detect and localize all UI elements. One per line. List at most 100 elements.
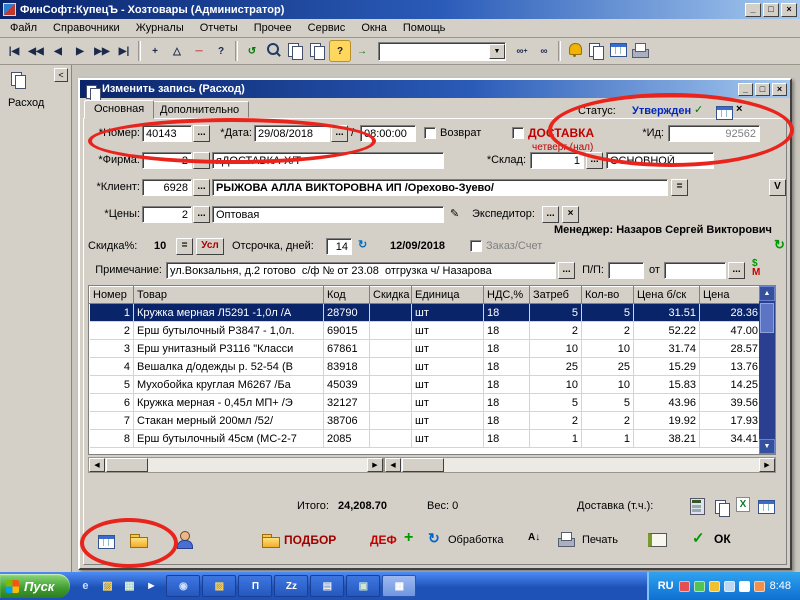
report-icon[interactable] — [712, 497, 731, 515]
update-tray-icon[interactable] — [709, 581, 720, 592]
delay-refresh-icon[interactable]: ↻ — [358, 238, 367, 251]
add-item-icon[interactable]: + — [404, 529, 413, 547]
table-row[interactable]: 4Вешалка д/одежды р. 52-54 (В83918шт1825… — [90, 358, 762, 376]
ok-button[interactable]: ОК — [714, 532, 731, 546]
scroll-right-button[interactable] — [367, 458, 383, 472]
task-app-p[interactable]: П — [238, 575, 272, 597]
firm-picker-button[interactable]: ... — [193, 152, 210, 169]
time-input[interactable] — [360, 125, 416, 142]
date-input[interactable] — [254, 125, 330, 142]
def-button[interactable]: ДЕФ — [370, 533, 397, 547]
vertical-scroll-thumb[interactable] — [760, 303, 774, 333]
print-icon[interactable] — [556, 529, 578, 547]
sidebar-item-rashod[interactable]: Расход — [8, 97, 44, 109]
nav-fast-prev-icon[interactable]: ◀◀ — [25, 40, 47, 62]
warehouse-picker-button[interactable]: ... — [586, 152, 603, 169]
find-icon[interactable]: ∞ — [533, 40, 555, 62]
scroll-left-button[interactable] — [89, 458, 105, 472]
client-history-button[interactable]: V — [769, 179, 786, 196]
table-row[interactable]: 8Ерш бутылочный 45см (МС-2-72085шт181138… — [90, 430, 762, 448]
process-button[interactable]: Обработка — [448, 534, 503, 546]
delivery-checkbox[interactable] — [512, 127, 524, 139]
tab-extra[interactable]: Дополнительно — [150, 101, 249, 118]
goto-icon[interactable]: → — [351, 40, 373, 62]
book-icon[interactable] — [646, 530, 668, 548]
network-tray-icon[interactable] — [739, 581, 750, 592]
notify-icon[interactable] — [564, 40, 586, 62]
expeditor-picker-button[interactable]: ... — [542, 206, 559, 223]
firm-code-input[interactable] — [142, 152, 192, 169]
folder-quick-icon[interactable]: ▨ — [97, 576, 117, 596]
nav-first-icon[interactable]: |◀ — [3, 40, 25, 62]
discount-equal-button[interactable]: = — [176, 238, 193, 255]
hint-icon[interactable]: ? — [329, 40, 351, 62]
tab-main[interactable]: Основная — [84, 100, 154, 119]
excel-export-icon[interactable]: X — [736, 497, 750, 512]
client-name-input[interactable] — [212, 179, 668, 196]
edit-record-icon[interactable]: △ — [166, 40, 188, 62]
task-archiver[interactable]: Zz — [274, 575, 308, 597]
panel-icon[interactable] — [608, 40, 630, 62]
sort-icon[interactable]: А↓ — [528, 532, 540, 543]
column-header[interactable]: Кол-во — [582, 287, 634, 304]
pen-icon[interactable]: ✎ — [450, 207, 459, 220]
client-equal-button[interactable]: = — [671, 179, 688, 196]
summary-grid-icon[interactable] — [756, 497, 775, 515]
client-picker-button[interactable]: ... — [193, 179, 210, 196]
dialog-close-button[interactable]: × — [772, 83, 787, 96]
minimize-button[interactable]: _ — [745, 3, 761, 17]
number-input[interactable] — [142, 125, 192, 142]
combo-dropdown-icon[interactable]: ▼ — [489, 44, 505, 59]
column-header[interactable]: Единица — [412, 287, 484, 304]
player-icon[interactable]: ► — [141, 576, 161, 596]
status-confirm-icon[interactable]: ✓ — [694, 103, 713, 121]
agent-tray-icon[interactable] — [694, 581, 705, 592]
language-indicator[interactable]: RU — [658, 580, 674, 592]
menu-item-service[interactable]: Сервис — [300, 20, 354, 36]
menu-item-help[interactable]: Помощь — [395, 20, 454, 36]
nav-last-icon[interactable]: ▶| — [113, 40, 135, 62]
task-app-1[interactable]: ◉ — [166, 575, 200, 597]
search-icon[interactable] — [263, 40, 285, 62]
order-checkbox[interactable] — [470, 240, 482, 252]
task-app-2[interactable]: ▣ — [346, 575, 380, 597]
menu-item-journals[interactable]: Журналы — [128, 20, 192, 36]
menu-item-file[interactable]: Файл — [2, 20, 45, 36]
prices-picker-button[interactable]: ... — [193, 206, 210, 223]
column-header[interactable]: НДС,% — [484, 287, 530, 304]
browser-icon[interactable]: e — [75, 576, 95, 596]
dialog-minimize-button[interactable]: _ — [738, 83, 753, 96]
scheduler-tray-icon[interactable] — [754, 581, 765, 592]
delete-record-icon[interactable]: ─ — [188, 40, 210, 62]
volume-tray-icon[interactable] — [724, 581, 735, 592]
status-clear-icon[interactable]: × — [736, 103, 755, 121]
table-view-button[interactable] — [96, 532, 118, 550]
clipboard-icon[interactable] — [586, 40, 608, 62]
scroll-right-button[interactable] — [759, 458, 775, 472]
maximize-button[interactable]: □ — [763, 3, 779, 17]
sidebar-collapse-button[interactable]: < — [54, 68, 68, 82]
find-add-icon[interactable]: ∞+ — [511, 40, 533, 62]
column-header[interactable]: Цена — [700, 287, 762, 304]
column-header[interactable]: Номер — [90, 287, 134, 304]
client-code-input[interactable] — [142, 179, 192, 196]
task-active-app[interactable]: ▦ — [382, 575, 416, 597]
process-icon[interactable]: ↻ — [428, 530, 440, 547]
podbor-icon[interactable] — [260, 530, 282, 548]
date-picker-button[interactable]: ... — [331, 125, 348, 142]
horizontal-scrollbar-left[interactable] — [88, 457, 384, 473]
pp-picker-button[interactable]: ... — [728, 262, 745, 279]
number-picker-button[interactable]: ... — [193, 125, 210, 142]
table-row[interactable]: 5Мухобойка круглая М6267 /Ба45039шт18101… — [90, 376, 762, 394]
menu-item-directories[interactable]: Справочники — [45, 20, 128, 36]
horizontal-scroll-thumb[interactable] — [402, 458, 444, 472]
scroll-down-button[interactable] — [759, 439, 775, 454]
note-picker-button[interactable]: ... — [558, 262, 575, 279]
table-row[interactable]: 7Стакан мерный 200мл /52/38706шт182219.9… — [90, 412, 762, 430]
id-input[interactable] — [668, 125, 760, 142]
column-header[interactable]: Затреб — [530, 287, 582, 304]
copy-icon[interactable] — [285, 40, 307, 62]
dialog-maximize-button[interactable]: □ — [755, 83, 770, 96]
scroll-up-button[interactable] — [759, 286, 775, 301]
open-folder-button[interactable] — [128, 530, 150, 548]
